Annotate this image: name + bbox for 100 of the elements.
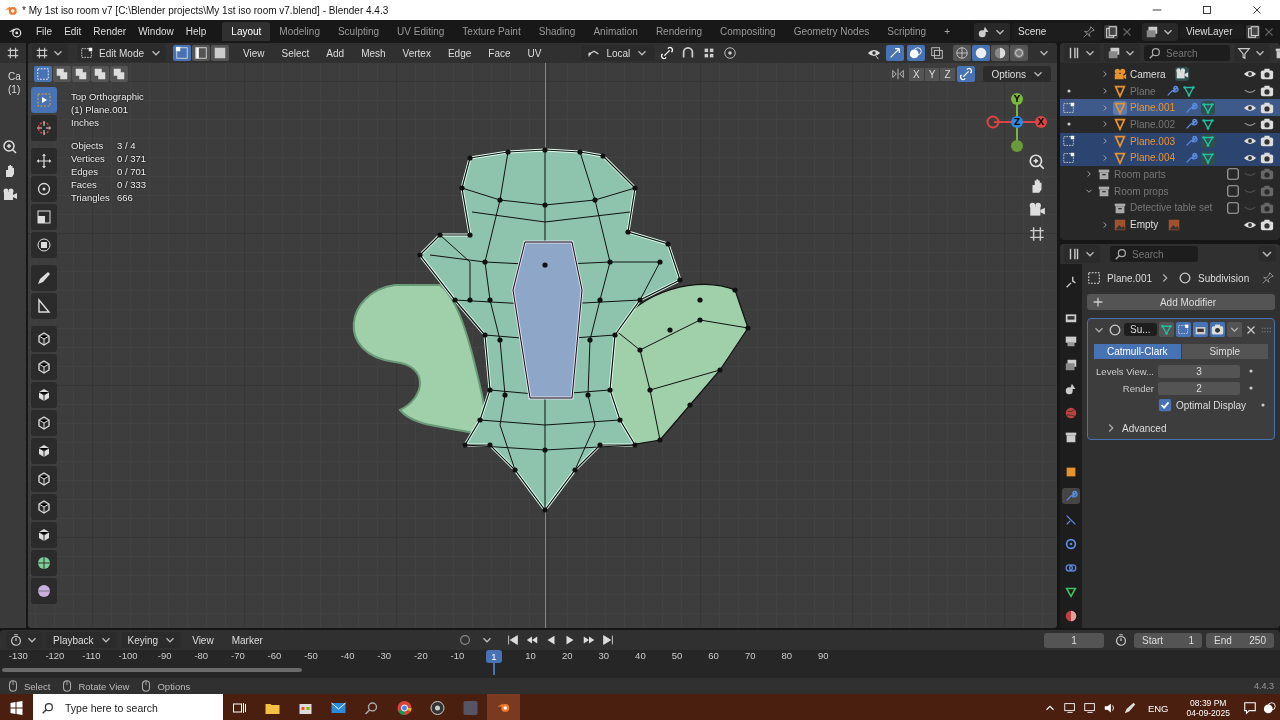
taskbar-search-field[interactable]: Type here to search	[63, 701, 215, 715]
item-name: Room parts	[1114, 168, 1166, 180]
stat-label: Edges	[71, 166, 99, 177]
add-modifier-button[interactable]: Add Modifier	[1087, 294, 1275, 310]
menu-item[interactable]: Add	[319, 47, 352, 59]
menu-item[interactable]: Window	[132, 26, 180, 37]
menu-dropdown[interactable]: Playback	[46, 632, 117, 648]
menu-item[interactable]: Edge	[440, 47, 479, 59]
end-frame-field[interactable]: End 250	[1206, 632, 1274, 648]
frame-number: -20	[413, 650, 428, 661]
number-field[interactable]: 3	[1158, 364, 1240, 378]
search-field[interactable]: Search	[1166, 47, 1226, 59]
modifier-name-field[interactable]: Su...	[1124, 323, 1157, 336]
workspace-tab[interactable]: Texture Paint	[453, 22, 530, 41]
menu-item[interactable]: Marker	[224, 634, 270, 646]
workspace-tab[interactable]: UV Editing	[388, 22, 454, 41]
options-dropdown[interactable]: Options	[982, 66, 1051, 82]
search-field[interactable]: Search	[1110, 246, 1198, 262]
frame-number: -90	[157, 650, 172, 661]
workspace-tab[interactable]: Animation	[584, 22, 647, 41]
stat-label: Faces	[71, 179, 98, 190]
menu-item[interactable]: Face	[481, 47, 518, 59]
axis-label: Y	[1013, 94, 1021, 104]
menu-item[interactable]: View	[185, 634, 221, 646]
outliner-row[interactable]: Plane.003	[1060, 132, 1280, 150]
workspace-tab[interactable]: Geometry Nodes	[784, 22, 879, 41]
frame-number: 40	[635, 650, 646, 661]
frame-number: -60	[267, 650, 282, 661]
version-label: 4.4.3	[1253, 681, 1274, 691]
axis-toggle[interactable]: X	[909, 67, 924, 81]
frame-number: 30	[598, 650, 610, 661]
workspace-tab[interactable]: Compositing	[711, 22, 785, 41]
view-layer-field[interactable]: ViewLayer	[1180, 24, 1244, 39]
units-label: Inches	[71, 117, 100, 128]
workspace-tab[interactable]: Scripting	[878, 22, 936, 41]
current-frame-field[interactable]: 1	[1044, 632, 1104, 648]
axis-toggle[interactable]: Y	[924, 67, 940, 81]
menu-item[interactable]: Vertex	[395, 47, 438, 59]
menu-item[interactable]: Render	[87, 26, 133, 37]
frame-number: -110	[82, 650, 101, 661]
menu-item[interactable]: Select	[274, 47, 317, 59]
menu-item[interactable]: File	[30, 26, 59, 37]
axis-label: Z	[1013, 117, 1021, 127]
stat-value: 0 / 371	[117, 153, 147, 164]
axis-label: X	[1037, 117, 1045, 127]
frame-number: 20	[561, 650, 573, 661]
frame-number: 70	[744, 650, 756, 661]
view-name: Top Orthographic	[71, 91, 145, 102]
stat-label: Triangles	[71, 192, 111, 203]
status-hint: Rotate View	[78, 680, 130, 692]
playhead[interactable]: 1	[486, 650, 502, 663]
menu-item[interactable]: UV	[520, 47, 549, 59]
breadcrumb-item: Plane.001	[1107, 272, 1153, 284]
item-name: Plane.002	[1130, 118, 1176, 130]
scene-field[interactable]: Scene	[1012, 22, 1102, 41]
item-name: Plane.003	[1130, 135, 1176, 147]
menu-item[interactable]: View	[236, 47, 272, 59]
frame-number: 60	[708, 650, 719, 661]
stat-label: Vertices	[71, 153, 106, 164]
subdivision-type-button[interactable]: Simple	[1181, 344, 1268, 359]
window-title: * My 1st iso room v7 [C:\Blender projects\My 1st iso room v7.blend] - Blender 4.4.3	[22, 4, 389, 16]
subdivision-type-button[interactable]: Catmull-Clark	[1094, 344, 1181, 359]
start-frame-field[interactable]: Start 1	[1134, 632, 1202, 648]
outliner-row[interactable]: Empty	[1060, 216, 1280, 233]
language-indicator[interactable]: ENG	[1147, 702, 1169, 714]
outliner-row[interactable]: Camera	[1060, 66, 1280, 83]
workspace-tab[interactable]: Modeling	[270, 22, 329, 41]
search-field[interactable]: Search	[1144, 45, 1230, 61]
status-hint: Select	[24, 680, 51, 692]
stat-value: 0 / 701	[117, 166, 147, 177]
axis-toggle[interactable]: Z	[940, 67, 955, 81]
breadcrumb-item: Subdivision	[1198, 272, 1250, 284]
clock-date[interactable]: 04-09-2025	[1186, 708, 1230, 718]
frame-number: -130	[8, 650, 28, 661]
scene-name: Scene	[1018, 26, 1047, 37]
outliner-row[interactable]: Plane.004	[1060, 149, 1280, 167]
workspace-tab[interactable]: Sculpting	[328, 22, 389, 41]
menu-item[interactable]: Mesh	[354, 47, 393, 59]
frame-number: -70	[231, 650, 245, 661]
frame-number: -40	[340, 650, 355, 661]
add-workspace-button[interactable]: +	[935, 22, 959, 41]
workspace-tab[interactable]: Layout	[222, 22, 271, 41]
mode-dropdown[interactable]: Edit Mode	[77, 44, 167, 62]
item-name: Empty	[1130, 219, 1159, 231]
menu-dropdown[interactable]: Keying	[120, 632, 182, 648]
menu-item[interactable]: Edit	[58, 26, 88, 37]
frame-number: -50	[304, 650, 318, 661]
workspace-tab[interactable]: Shading	[529, 22, 585, 41]
workspace-tab[interactable]: Rendering	[646, 22, 712, 41]
frame-number: 80	[781, 650, 793, 661]
clock-time[interactable]: 08:39 PM	[1190, 698, 1227, 708]
number-field[interactable]: 2	[1158, 381, 1240, 395]
subpanel-header[interactable]: Advanced	[1122, 422, 1167, 434]
frame-number: 10	[525, 650, 536, 661]
frame-number: -100	[118, 650, 138, 661]
stat-value: 666	[117, 192, 134, 203]
search-field[interactable]: Search	[1132, 248, 1194, 260]
menu-item[interactable]: Help	[179, 26, 213, 37]
orientation-dropdown[interactable]: Local	[581, 45, 656, 61]
taskbar-search-field[interactable]: Type here to search	[33, 694, 223, 720]
